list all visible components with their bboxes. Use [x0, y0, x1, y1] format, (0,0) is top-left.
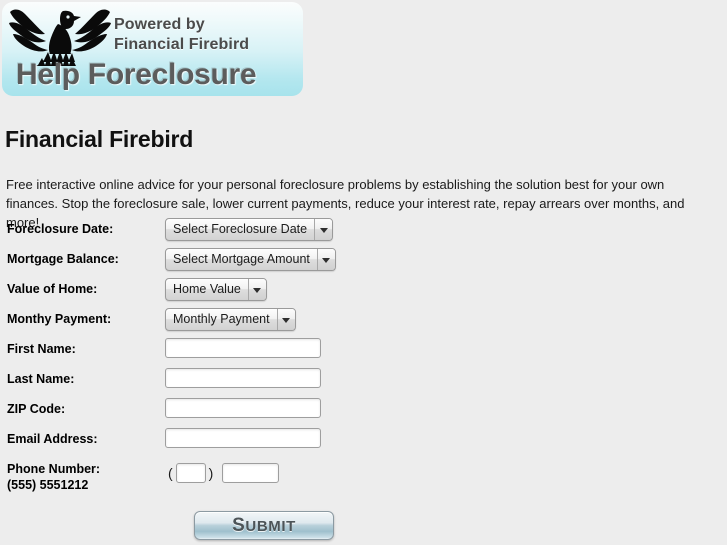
form-row-monthly-payment: Monthy Payment: Monthly Payment [0, 308, 727, 338]
label-first-name: First Name: [7, 342, 76, 356]
logo-banner: Powered by Financial Firebird Help Forec… [2, 2, 303, 96]
label-monthly-payment: Monthy Payment: [7, 312, 112, 326]
chevron-down-icon[interactable] [316, 249, 335, 270]
lead-form: Foreclosure Date: Select Foreclosure Dat… [0, 218, 727, 502]
chevron-down-icon[interactable] [314, 219, 333, 240]
control-monthly-payment: Monthly Payment [165, 308, 296, 331]
form-row-zip-code: ZIP Code: [0, 398, 727, 428]
control-phone-number: ( ) [165, 458, 280, 488]
form-row-last-name: Last Name: [0, 368, 727, 398]
chevron-down-icon[interactable] [276, 309, 295, 330]
form-row-foreclosure-date: Foreclosure Date: Select Foreclosure Dat… [0, 218, 727, 248]
zip-code-input[interactable] [165, 398, 321, 418]
submit-label-rest: UBMIT [245, 518, 296, 535]
paren-open: ( [168, 465, 173, 481]
label-value-of-home: Value of Home: [7, 282, 98, 296]
logo-powered-line1: Powered by [114, 16, 205, 33]
label-last-name: Last Name: [7, 372, 75, 386]
control-email-address [165, 428, 321, 448]
form-row-mortgage-balance: Mortgage Balance: Select Mortgage Amount [0, 248, 727, 278]
label-zip-code: ZIP Code: [7, 402, 66, 416]
logo-powered-by-text: Powered by Financial Firebird [114, 15, 249, 55]
select-monthly-payment-value: Monthly Payment [173, 312, 270, 326]
label-mortgage-balance: Mortgage Balance: [7, 252, 119, 266]
page-title: Financial Firebird [5, 126, 194, 153]
submit-label-cap: S [232, 515, 246, 536]
label-email-address: Email Address: [7, 432, 98, 446]
control-foreclosure-date: Select Foreclosure Date [165, 218, 334, 241]
control-first-name [165, 338, 321, 358]
select-mortgage-balance[interactable]: Select Mortgage Amount [165, 248, 336, 271]
submit-button-wrap: SUBMIT [194, 511, 334, 540]
label-phone-number-hint: (555) 5551212 [7, 478, 89, 492]
label-phone-number-text: Phone Number: [7, 462, 101, 476]
phone-area-code-input[interactable] [175, 463, 206, 483]
paren-close: ) [208, 465, 214, 481]
phone-input-group: ( ) [165, 458, 280, 488]
form-row-email-address: Email Address: [0, 428, 727, 458]
form-row-value-of-home: Value of Home: Home Value [0, 278, 727, 308]
select-value-of-home-value: Home Value [173, 282, 241, 296]
control-mortgage-balance: Select Mortgage Amount [165, 248, 336, 271]
logo-help-foreclosure-text: Help Foreclosure [16, 58, 257, 91]
chevron-down-icon[interactable] [247, 279, 266, 300]
form-row-first-name: First Name: [0, 338, 727, 368]
control-value-of-home: Home Value [165, 278, 267, 301]
select-value-of-home[interactable]: Home Value [165, 278, 267, 301]
select-foreclosure-date-value: Select Foreclosure Date [173, 222, 308, 236]
last-name-input[interactable] [165, 368, 321, 388]
submit-button[interactable]: SUBMIT [194, 511, 334, 540]
label-foreclosure-date: Foreclosure Date: [7, 222, 114, 236]
label-phone-number: Phone Number: (555) 5551212 [7, 462, 100, 492]
submit-button-label: SUBMIT [195, 512, 333, 540]
control-last-name [165, 368, 321, 388]
select-foreclosure-date[interactable]: Select Foreclosure Date [165, 218, 334, 241]
select-monthly-payment[interactable]: Monthly Payment [165, 308, 296, 331]
phone-number-input[interactable] [222, 463, 280, 483]
select-mortgage-balance-value: Select Mortgage Amount [173, 252, 310, 266]
email-address-input[interactable] [165, 428, 321, 448]
logo-powered-line2: Financial Firebird [114, 36, 250, 53]
first-name-input[interactable] [165, 338, 321, 358]
form-row-phone-number: Phone Number: (555) 5551212 ( ) [0, 458, 727, 502]
control-zip-code [165, 398, 321, 418]
